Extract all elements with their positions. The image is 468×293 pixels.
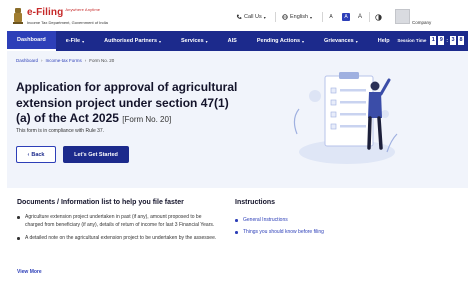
- back-label: Back: [31, 151, 45, 158]
- nav-help[interactable]: Help: [368, 31, 400, 51]
- nav-authorised-partners[interactable]: Authorised Partners ▾: [94, 31, 171, 51]
- breadcrumb-separator: ›: [41, 58, 43, 63]
- form-hero: Dashboard › Income-tax Forms › Form No. …: [7, 51, 468, 188]
- language-selector[interactable]: English ▾: [282, 14, 312, 20]
- chevron-left-icon: ‹: [27, 151, 30, 158]
- session-digit: 8: [458, 36, 464, 45]
- compliance-note: This form is in compliance with Rule 37.: [16, 128, 105, 134]
- things-to-know-link[interactable]: Things you should know before filing: [235, 228, 324, 236]
- page-title: Application for approval of agricultural…: [16, 80, 241, 128]
- efiling-logo[interactable]: e-Filing Anywhere Anytime Income Tax Depa…: [12, 7, 117, 27]
- chevron-down-icon: ▾: [263, 14, 266, 20]
- nav-label: Grievances: [324, 38, 354, 44]
- chevron-down-icon: ▾: [82, 38, 85, 44]
- checklist-illustration: [293, 72, 398, 164]
- nav-label: AIS: [227, 38, 237, 44]
- logo-subtitle: Income Tax Department, Government of Ind…: [27, 20, 108, 25]
- phone-icon: [236, 14, 242, 19]
- nav-label: Dashboard: [17, 37, 46, 43]
- breadcrumb-current: Form No. 20: [89, 58, 115, 63]
- documents-list: Agriculture extension project undertaken…: [17, 213, 217, 247]
- get-started-button[interactable]: Let's Get Started: [63, 146, 129, 163]
- session-digit: 3: [450, 36, 456, 45]
- list-item: A detailed note on the agricultural exte…: [17, 234, 217, 242]
- call-us-label: Call Us: [244, 14, 262, 20]
- logo-title: e-Filing Anywhere Anytime: [27, 7, 101, 18]
- nav-ais[interactable]: AIS: [218, 31, 247, 51]
- globe-icon: [282, 14, 288, 20]
- nav-label: Authorised Partners: [104, 38, 157, 44]
- instructions-title: Instructions: [235, 199, 276, 206]
- call-us-link[interactable]: Call Us ▾: [236, 14, 266, 20]
- chevron-down-icon: ▾: [355, 38, 358, 44]
- divider: [322, 12, 323, 22]
- chevron-down-icon: ▾: [159, 38, 162, 44]
- chevron-down-icon: ▾: [205, 38, 208, 44]
- emblem-icon: [13, 8, 23, 24]
- font-normal-button[interactable]: A: [342, 13, 350, 21]
- font-decrease-button[interactable]: A: [327, 13, 335, 21]
- session-timer: Session Time 1 9 : 3 8: [397, 36, 464, 45]
- nav-grievances[interactable]: Grievances ▾: [314, 31, 368, 51]
- main-nav: Dashboard e-File ▾ Authorised Partners ▾ S…: [7, 31, 468, 51]
- session-colon: :: [446, 37, 448, 44]
- nav-pending-actions[interactable]: Pending Actions ▾: [247, 31, 314, 51]
- form-number: [Form No. 20]: [122, 115, 172, 124]
- list-item: Agriculture extension project undertaken…: [17, 213, 217, 229]
- instructions-list: General Instructions Things you should k…: [235, 216, 324, 240]
- divider: [369, 12, 370, 22]
- breadcrumb-dashboard[interactable]: Dashboard: [16, 58, 38, 63]
- documents-title: Documents / Information list to help you…: [17, 199, 184, 206]
- font-increase-button[interactable]: A: [356, 13, 364, 21]
- logo-tagline: Anywhere Anytime: [65, 7, 101, 12]
- user-label: Company: [412, 20, 432, 25]
- breadcrumb-separator: ›: [84, 58, 87, 63]
- breadcrumb-income-tax-forms[interactable]: Income-tax Forms: [46, 58, 82, 63]
- top-header: e-Filing Anywhere Anytime Income Tax Depa…: [0, 0, 468, 30]
- back-button[interactable]: ‹ Back: [16, 146, 56, 163]
- nav-label: Help: [377, 38, 390, 44]
- language-label: English: [290, 14, 309, 20]
- nav-label: Pending Actions: [256, 38, 301, 44]
- session-digit: 9: [438, 36, 445, 45]
- session-digit: 1: [430, 36, 437, 45]
- session-label: Session Time: [397, 38, 427, 43]
- contrast-icon[interactable]: [375, 14, 382, 21]
- nav-label: e-File: [65, 38, 81, 44]
- general-instructions-link[interactable]: General Instructions: [235, 216, 324, 224]
- chevron-down-icon: ▾: [310, 14, 313, 20]
- divider: [275, 12, 276, 22]
- nav-label: Services: [181, 38, 204, 44]
- nav-dashboard[interactable]: Dashboard: [7, 31, 56, 51]
- chevron-down-icon: ▾: [302, 38, 305, 44]
- avatar[interactable]: [395, 9, 410, 24]
- breadcrumb: Dashboard › Income-tax Forms › Form No. …: [16, 58, 114, 63]
- nav-efile[interactable]: e-File ▾: [56, 31, 94, 51]
- nav-services[interactable]: Services ▾: [171, 31, 218, 51]
- view-more-link[interactable]: View More: [17, 269, 42, 275]
